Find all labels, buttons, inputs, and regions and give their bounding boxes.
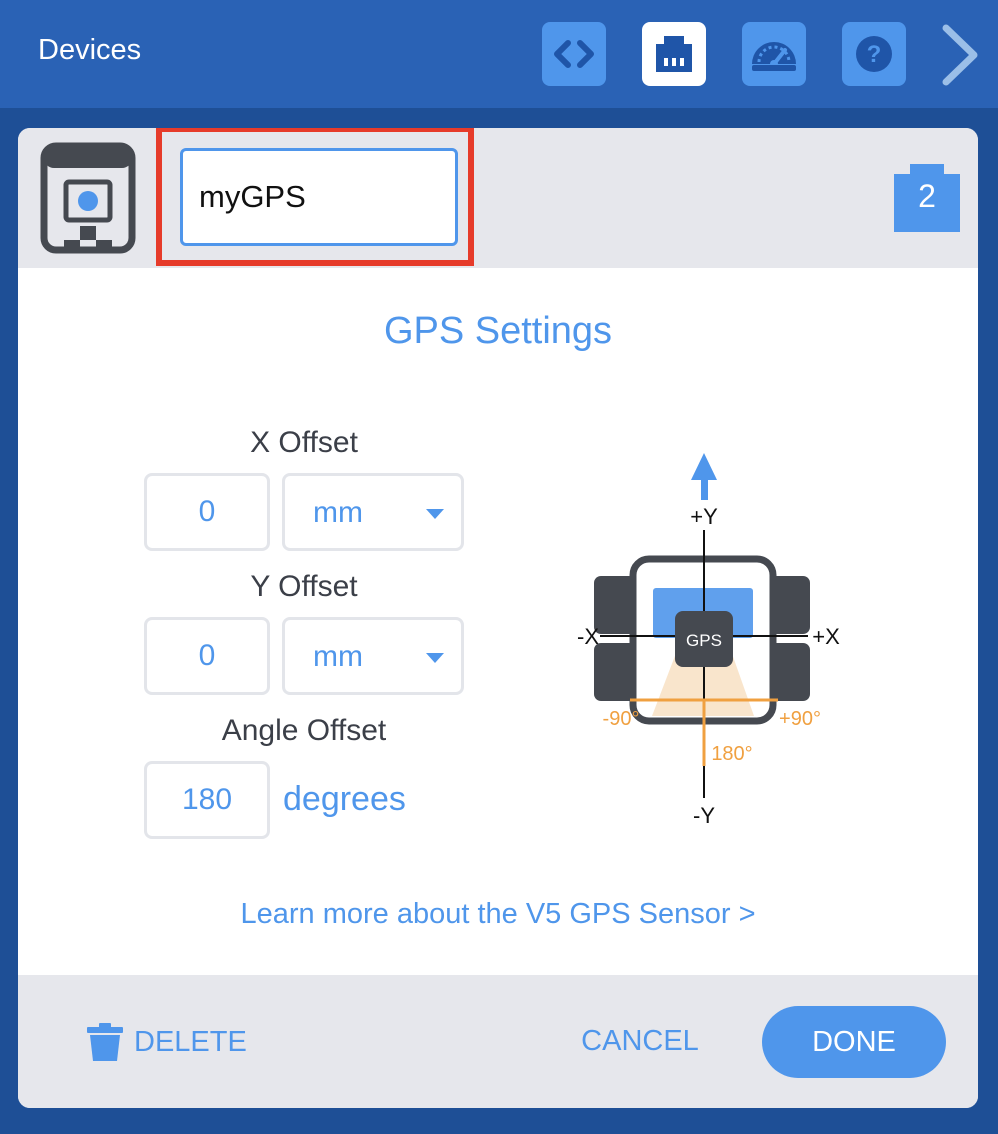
forward-arrow-icon (691, 453, 717, 500)
cancel-button[interactable]: CANCEL (570, 1025, 710, 1058)
devices-button[interactable] (642, 22, 706, 86)
help-button[interactable]: ? (842, 22, 906, 86)
x-offset-input[interactable]: 0 (144, 473, 270, 551)
help-icon: ? (856, 36, 892, 72)
dashboard-button[interactable] (742, 22, 806, 86)
plus-y-label: +Y (690, 504, 718, 529)
x-offset-label: X Offset (250, 426, 358, 459)
trash-icon (87, 1023, 123, 1061)
caret-down-icon (426, 653, 444, 663)
code-icon (554, 40, 594, 68)
chevron-right-icon[interactable] (936, 24, 986, 86)
minus-x-label: -X (577, 624, 599, 649)
svg-text:?: ? (867, 41, 882, 68)
device-settings-card: 2 GPS Settings X Offset 0 mm Y Offset 0 … (18, 128, 978, 1108)
device-name-input[interactable] (180, 148, 458, 246)
y-offset-label: Y Offset (250, 570, 358, 603)
settings-title: GPS Settings (383, 310, 613, 352)
code-view-button[interactable] (542, 22, 606, 86)
x-offset-unit-select[interactable]: mm (282, 473, 464, 551)
gps-sensor-icon (40, 142, 136, 254)
delete-button[interactable]: DELETE (86, 1020, 247, 1064)
delete-label: DELETE (134, 1025, 247, 1058)
gps-sensor-label: GPS (686, 631, 722, 650)
dashboard-gauge-icon (752, 42, 796, 71)
plus-x-label: +X (812, 624, 840, 649)
angle-offset-label: Angle Offset (221, 714, 387, 747)
angle-plus-90-label: +90° (779, 708, 821, 730)
y-offset-unit-select[interactable]: mm (282, 617, 464, 695)
card-footer: DELETE CANCEL DONE (18, 975, 978, 1108)
x-offset-unit-value: mm (313, 496, 363, 529)
ethernet-port-icon (656, 36, 692, 72)
angle-minus-90-label: -90° (603, 708, 640, 730)
y-offset-unit-value: mm (313, 640, 363, 673)
y-offset-input[interactable]: 0 (144, 617, 270, 695)
top-bar: Devices ? (0, 0, 998, 108)
page-title: Devices (38, 34, 142, 66)
angle-180-label: 180° (711, 743, 752, 765)
done-button[interactable]: DONE (762, 1006, 946, 1078)
angle-offset-input[interactable]: 180 (144, 761, 270, 839)
caret-down-icon (426, 509, 444, 519)
gps-orientation-diagram: +Y GPS -X +X -Y -90° +90° 180° (577, 453, 840, 828)
angle-unit-label: degrees (283, 780, 406, 818)
learn-more-link[interactable]: Learn more about the V5 GPS Sensor > (18, 898, 978, 931)
minus-y-label: -Y (693, 803, 715, 828)
card-header: 2 (18, 128, 978, 268)
port-number: 2 (918, 178, 936, 214)
